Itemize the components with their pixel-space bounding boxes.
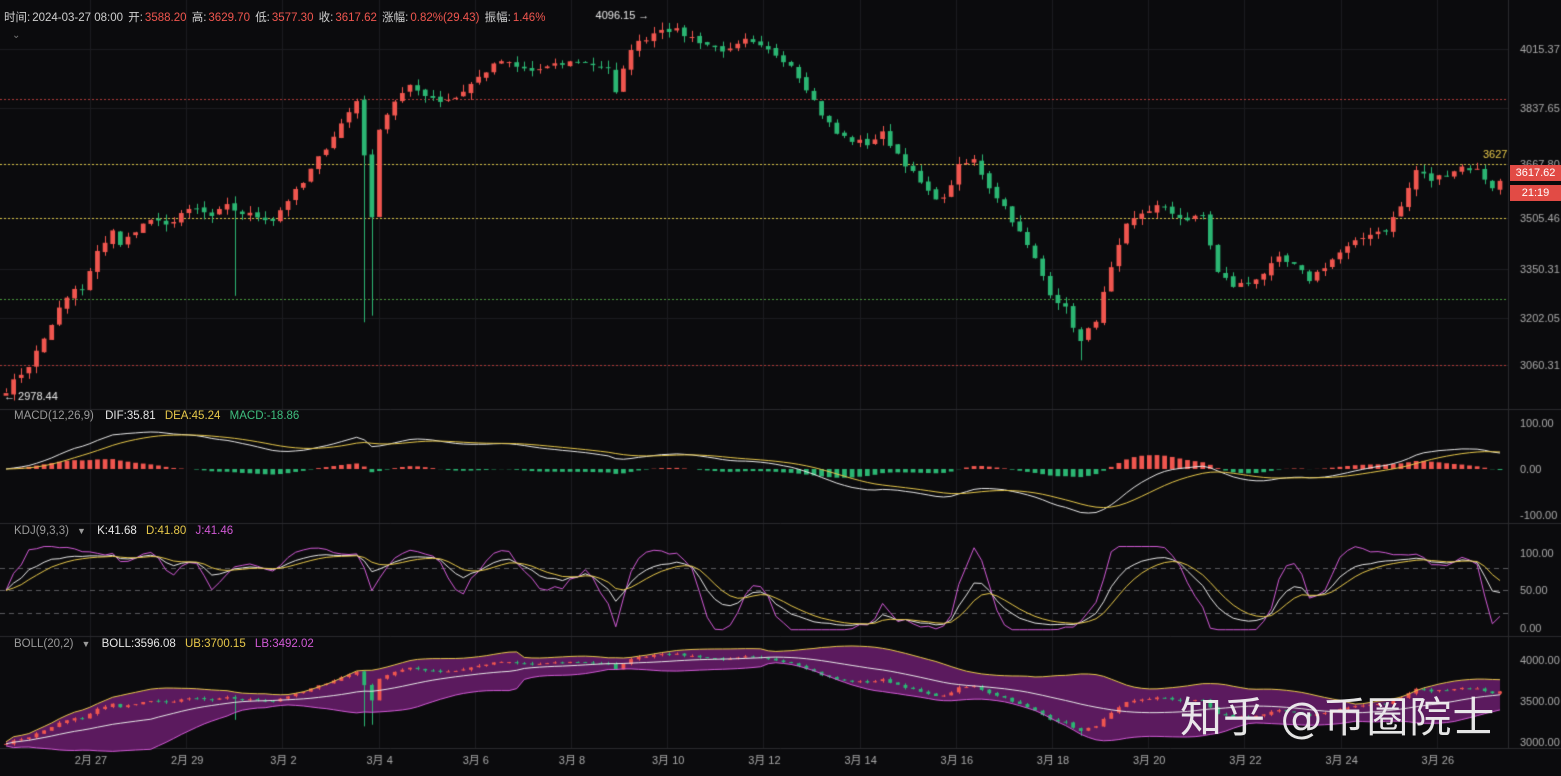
d-label: D:: [145, 525, 158, 537]
dif-value: 35.81: [126, 410, 156, 422]
close-value: 3617.62: [335, 12, 377, 24]
close-label: 收:: [318, 12, 334, 24]
kdj-name[interactable]: KDJ(9,3,3): [14, 525, 69, 537]
macd-label: MACD:: [229, 410, 267, 422]
dif-label: DIF:: [105, 410, 127, 422]
amplitude-value: 1.46%: [512, 12, 546, 24]
d-value: 41.80: [157, 525, 187, 537]
last-price-tag: 3617.62: [1510, 165, 1561, 181]
open-value: 3588.20: [144, 12, 187, 24]
lb-label: LB:: [254, 638, 273, 650]
macd-value: -18.86: [266, 410, 300, 422]
boll-name[interactable]: BOLL(20,2): [14, 638, 73, 650]
watermark: 知乎 @币圈院士: [1180, 693, 1496, 742]
chart-canvas[interactable]: [0, 0, 1561, 776]
boll-legend: BOLL(20,2) ▼ BOLL:3596.08 UB:3700.15 LB:3…: [14, 638, 320, 650]
low-value: 3577.30: [271, 12, 314, 24]
high-label: 高:: [191, 12, 207, 24]
amplitude-label: 振幅:: [484, 12, 511, 24]
macd-name[interactable]: MACD(12,26,9): [14, 410, 94, 422]
boll-label: BOLL:: [101, 638, 135, 650]
ub-label: UB:: [184, 638, 205, 650]
j-value: 41.46: [204, 525, 234, 537]
ub-value: 3700.15: [204, 638, 246, 650]
time-label: 时间:: [4, 12, 31, 24]
collapse-chevron-icon[interactable]: ⌄: [12, 30, 20, 41]
ohlc-info-bar: 时间: 2024-03-27 08:00 开: 3588.20 高: 3629.70 …: [4, 9, 547, 25]
lb-value: 3492.02: [272, 638, 314, 650]
time-value: 2024-03-27 08:00: [32, 12, 124, 24]
change-label: 涨幅:: [382, 12, 409, 24]
kdj-legend: KDJ(9,3,3) ▼ K:41.68 D:41.80 J:41.46: [14, 525, 239, 537]
macd-legend: MACD(12,26,9) DIF:35.81 DEA:45.24 MACD:-…: [14, 410, 305, 422]
dropdown-arrow-icon[interactable]: ▼: [77, 526, 86, 536]
change-value: 0.82%(29.43): [410, 12, 480, 24]
k-value: 41.68: [107, 525, 137, 537]
open-label: 开:: [128, 12, 143, 24]
countdown-tag: 21:19: [1510, 185, 1561, 201]
high-value: 3629.70: [208, 12, 250, 24]
boll-value: 3596.08: [134, 638, 176, 650]
dea-value: 45.24: [191, 410, 221, 422]
low-label: 低:: [255, 12, 270, 24]
dea-label: DEA:: [164, 410, 192, 422]
k-label: K:: [97, 525, 108, 537]
dropdown-arrow-icon[interactable]: ▼: [81, 639, 90, 649]
